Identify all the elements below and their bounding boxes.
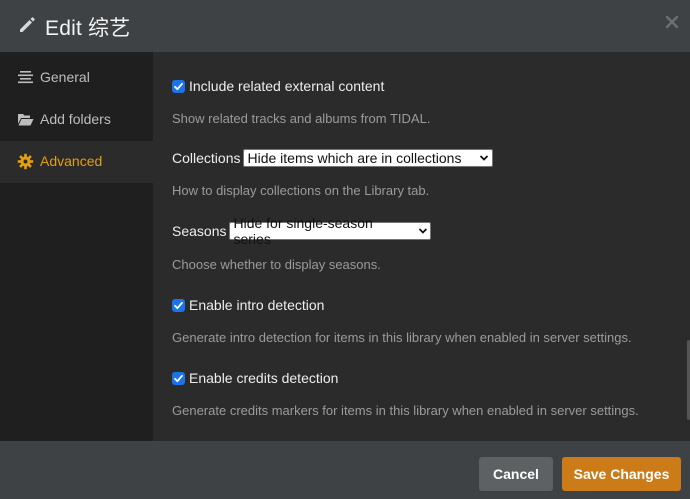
sidebar-item-add-folders[interactable]: Add folders <box>0 99 153 141</box>
chevron-down-icon <box>480 155 489 161</box>
dialog-footer: Cancel Save Changes <box>0 441 690 499</box>
checkmark-icon <box>174 82 183 90</box>
intro-detection-label: Enable intro detection <box>189 297 325 313</box>
checkmark-icon <box>174 374 183 382</box>
intro-detection-row: Enable intro detection <box>172 297 324 313</box>
folder-open-icon <box>18 114 34 126</box>
intro-detection-checkbox[interactable] <box>172 298 185 312</box>
pencil-icon <box>20 17 35 32</box>
credits-detection-label: Enable credits detection <box>189 370 339 386</box>
cancel-button[interactable]: Cancel <box>479 457 553 491</box>
dialog-header: Edit 综艺 <box>0 0 690 52</box>
align-lines-icon <box>18 71 33 84</box>
collections-row: Collections Hide items which are in coll… <box>172 149 494 167</box>
scrollbar[interactable] <box>686 52 690 441</box>
intro-detection-help: Generate intro detection for items in th… <box>172 330 632 345</box>
credits-detection-help: Generate credits markers for items in th… <box>172 403 639 418</box>
external-content-row: Include related external content <box>172 78 384 94</box>
external-content-label: Include related external content <box>189 78 385 94</box>
checkmark-icon <box>174 301 183 309</box>
external-content-help: Show related tracks and albums from TIDA… <box>172 111 431 126</box>
sidebar-item-label: General <box>40 69 90 85</box>
sidebar: General Add folders Advanced <box>0 52 153 441</box>
collections-select-value: Hide items which are in collections <box>247 150 462 166</box>
save-changes-button[interactable]: Save Changes <box>562 457 681 491</box>
seasons-select-value: Hide for single-season series <box>233 215 373 247</box>
dialog-title: Edit 综艺 <box>45 17 131 40</box>
seasons-select[interactable]: Hide for single-season series <box>229 215 432 247</box>
seasons-help: Choose whether to display seasons. <box>172 257 381 272</box>
close-icon[interactable] <box>664 14 680 30</box>
sidebar-item-label: Advanced <box>40 153 103 169</box>
seasons-row: Seasons Hide for single-season series <box>172 215 432 247</box>
settings-panel: Include related external content Show re… <box>153 52 690 441</box>
chevron-down-icon <box>418 228 427 234</box>
credits-detection-row: Enable credits detection <box>172 370 338 386</box>
sidebar-item-advanced[interactable]: Advanced <box>0 141 153 183</box>
external-content-checkbox[interactable] <box>172 79 185 93</box>
dialog-body: General Add folders Advanced Include rel… <box>0 52 690 441</box>
seasons-label: Seasons <box>172 223 227 239</box>
collections-select[interactable]: Hide items which are in collections <box>243 149 494 167</box>
sidebar-item-label: Add folders <box>40 111 111 127</box>
sidebar-item-general[interactable]: General <box>0 57 153 99</box>
gear-icon <box>17 153 34 170</box>
collections-label: Collections <box>172 150 241 166</box>
credits-detection-checkbox[interactable] <box>172 371 185 385</box>
collections-help: How to display collections on the Librar… <box>172 183 430 198</box>
